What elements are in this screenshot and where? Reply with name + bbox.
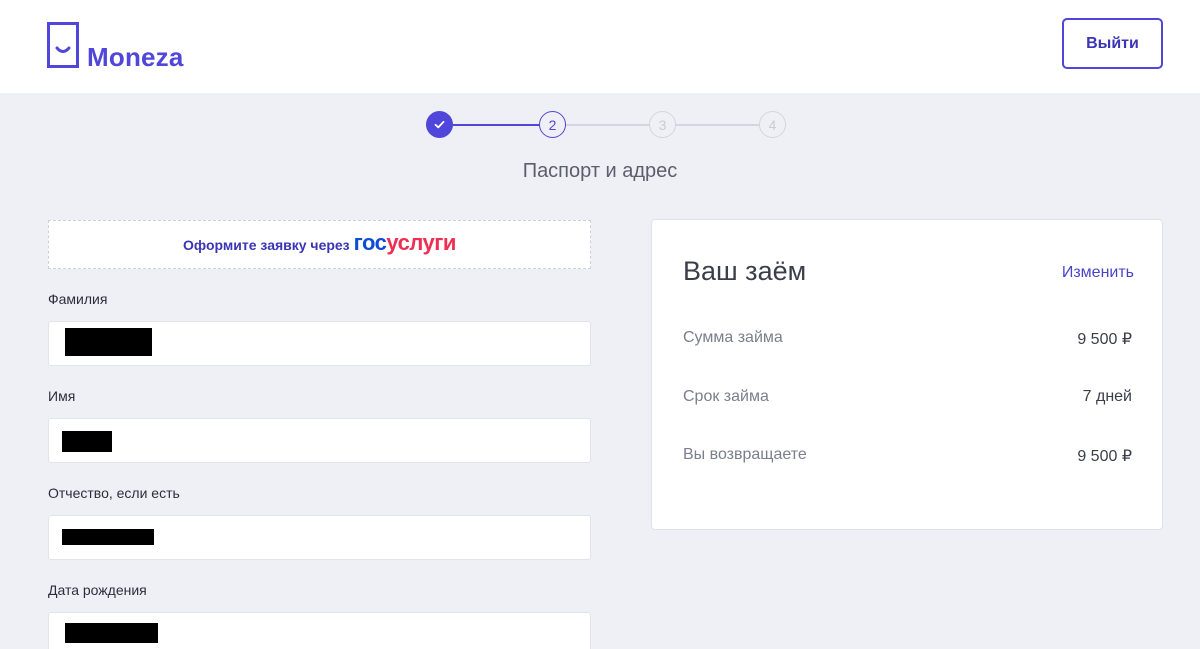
repayment-label: Вы возвращаете (683, 446, 807, 463)
brand-name: Moneza (87, 42, 184, 72)
step-2-current: 2 (539, 111, 566, 138)
step-1-completed (426, 111, 453, 138)
edit-loan-link[interactable]: Изменить (1062, 264, 1134, 282)
redacted-value (62, 431, 112, 452)
step-connector-2 (564, 124, 650, 126)
gosuslugi-logo: госуслуги (353, 229, 457, 255)
repayment-value: 9 500 ₽ (1077, 448, 1132, 465)
step-connector-3 (674, 124, 760, 126)
birth-date-input[interactable] (48, 612, 591, 649)
patronymic-input[interactable] (48, 515, 591, 560)
loan-term-value: 7 дней (1082, 388, 1132, 405)
loan-card-title: Ваш заём (683, 256, 807, 286)
step-title: Паспорт и адрес (522, 160, 678, 182)
patronymic-label: Отчество, если есть (48, 485, 180, 501)
redacted-value (65, 623, 158, 643)
top-header: Moneza Выйти (0, 0, 1200, 93)
birth-date-label: Дата рождения (48, 582, 147, 598)
gosuslugi-prompt: Оформите заявку через (183, 236, 350, 253)
step-4-pending: 4 (759, 111, 786, 138)
loan-amount-label: Сумма займа (683, 329, 783, 346)
first-name-label: Имя (48, 388, 76, 404)
last-name-input[interactable] (48, 321, 591, 366)
step-3-pending: 3 (649, 111, 676, 138)
loan-summary-card: Ваш заём Изменить Сумма займа 9 500 ₽ Ср… (651, 219, 1163, 530)
logout-button[interactable]: Выйти (1062, 18, 1163, 69)
step-connector-1 (453, 124, 540, 126)
loan-term-label: Срок займа (683, 388, 769, 405)
redacted-value (62, 529, 154, 545)
loan-amount-value: 9 500 ₽ (1077, 331, 1132, 348)
last-name-label: Фамилия (48, 291, 108, 307)
first-name-input[interactable] (48, 418, 591, 463)
redacted-value (65, 328, 152, 356)
checkmark-icon (434, 120, 445, 129)
progress-stepper: 2 3 4 (426, 111, 786, 141)
gosuslugi-apply-button[interactable]: Оформите заявку через госуслуги (48, 220, 591, 269)
moneza-logo-icon (47, 22, 79, 68)
